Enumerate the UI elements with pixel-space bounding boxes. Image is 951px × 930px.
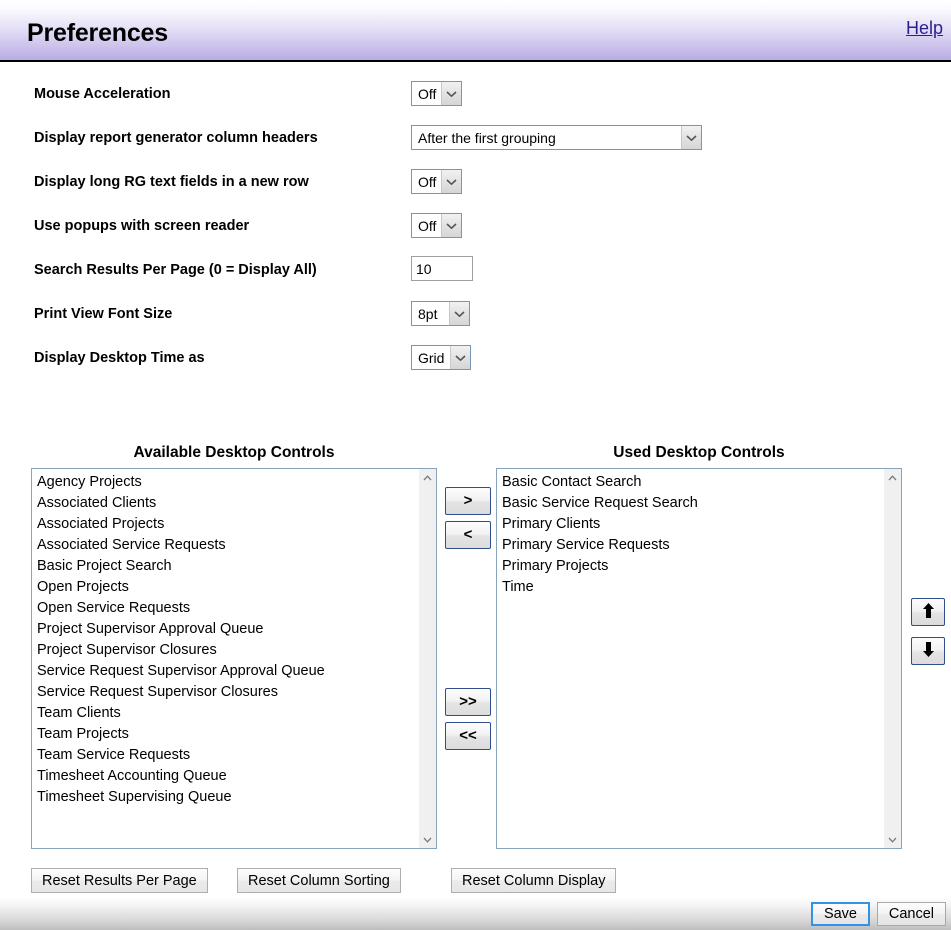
list-item[interactable]: Primary Clients — [497, 514, 883, 535]
select-report-generator-column-headers[interactable]: After the first grouping — [411, 125, 702, 150]
select-long-rg-text-fields-new-row-value: Off — [418, 173, 437, 190]
move-right-button[interactable]: > — [445, 487, 491, 515]
label-report-generator-column-headers: Display report generator column headers — [34, 130, 318, 146]
list-item[interactable]: Team Clients — [32, 703, 418, 724]
reset-results-per-page-button[interactable]: Reset Results Per Page — [31, 868, 208, 893]
list-item[interactable]: Associated Service Requests — [32, 535, 418, 556]
label-mouse-acceleration: Mouse Acceleration — [34, 86, 171, 102]
scroll-up-icon[interactable] — [419, 469, 436, 486]
select-mouse-acceleration[interactable]: Off — [411, 81, 463, 106]
used-desktop-controls-listbox[interactable]: Basic Contact Search Basic Service Reques… — [496, 468, 902, 849]
form-row-print-view-font-size: Print View Font Size 8pt — [0, 301, 951, 348]
used-list-scrollbar[interactable] — [883, 469, 901, 848]
list-item[interactable]: Open Projects — [32, 577, 418, 598]
form-row-display-desktop-time-as: Display Desktop Time as Grid — [0, 345, 951, 392]
reset-column-display-button[interactable]: Reset Column Display — [451, 868, 617, 893]
select-display-desktop-time-as-value: Grid — [418, 349, 445, 366]
search-results-per-page-input[interactable] — [411, 256, 473, 281]
used-desktop-controls-header: Used Desktop Controls — [613, 444, 785, 461]
available-desktop-controls-listbox[interactable]: Agency Projects Associated Clients Associa… — [31, 468, 437, 849]
label-popups-with-screen-reader: Use popups with screen reader — [34, 218, 250, 234]
list-item[interactable]: Team Service Requests — [32, 745, 418, 766]
chevron-down-icon — [450, 346, 470, 369]
used-list-items[interactable]: Basic Contact Search Basic Service Reques… — [497, 469, 883, 848]
page-title: Preferences — [27, 19, 168, 47]
list-item[interactable]: Project Supervisor Approval Queue — [32, 619, 418, 640]
select-popups-with-screen-reader-value: Off — [418, 217, 437, 234]
list-item[interactable]: Agency Projects — [32, 472, 418, 493]
page-header: Preferences Help — [0, 0, 951, 62]
list-item[interactable]: Timesheet Accounting Queue — [32, 766, 418, 787]
chevron-down-icon — [441, 82, 462, 105]
move-up-arrow-icon — [922, 602, 935, 622]
move-down-button[interactable] — [911, 637, 945, 665]
select-display-desktop-time-as[interactable]: Grid — [411, 345, 471, 370]
label-search-results-per-page: Search Results Per Page (0 = Display All… — [34, 262, 317, 278]
label-long-rg-text-fields-new-row: Display long RG text fields in a new row — [34, 174, 309, 190]
label-print-view-font-size: Print View Font Size — [34, 306, 173, 322]
list-item[interactable]: Team Projects — [32, 724, 418, 745]
list-item[interactable]: Time — [497, 577, 883, 598]
select-popups-with-screen-reader[interactable]: Off — [411, 213, 463, 238]
list-item[interactable]: Service Request Supervisor Approval Queu… — [32, 661, 418, 682]
list-item[interactable]: Open Service Requests — [32, 598, 418, 619]
list-item[interactable]: Primary Projects — [497, 556, 883, 577]
list-item[interactable]: Associated Clients — [32, 493, 418, 514]
list-item[interactable]: Service Request Supervisor Closures — [32, 682, 418, 703]
form-row-mouse-acceleration: Mouse Acceleration Off — [0, 81, 951, 128]
footer-bar: Save Cancel — [0, 897, 951, 930]
select-print-view-font-size-value: 8pt — [418, 305, 438, 322]
chevron-down-icon — [681, 126, 701, 149]
chevron-down-icon — [441, 170, 462, 193]
label-display-desktop-time-as: Display Desktop Time as — [34, 350, 205, 366]
select-long-rg-text-fields-new-row[interactable]: Off — [411, 169, 463, 194]
form-row-popups-with-screen-reader: Use popups with screen reader Off — [0, 213, 951, 260]
help-link[interactable]: Help — [906, 18, 943, 39]
list-item[interactable]: Primary Service Requests — [497, 535, 883, 556]
available-list-scrollbar[interactable] — [418, 469, 436, 848]
list-item[interactable]: Associated Projects — [32, 514, 418, 535]
list-item[interactable]: Timesheet Supervising Queue — [32, 787, 418, 808]
select-print-view-font-size[interactable]: 8pt — [411, 301, 470, 326]
move-up-button[interactable] — [911, 598, 945, 626]
list-item[interactable]: Project Supervisor Closures — [32, 640, 418, 661]
scroll-down-icon[interactable] — [884, 831, 901, 848]
list-item[interactable]: Basic Project Search — [32, 556, 418, 577]
available-list-items[interactable]: Agency Projects Associated Clients Associa… — [32, 469, 418, 848]
form-row-long-rg-text-fields-new-row: Display long RG text fields in a new row… — [0, 169, 951, 216]
available-desktop-controls-header: Available Desktop Controls — [133, 444, 335, 461]
list-item[interactable]: Basic Contact Search — [497, 472, 883, 493]
save-button[interactable]: Save — [810, 902, 870, 926]
scroll-down-icon[interactable] — [419, 831, 436, 848]
move-all-left-button[interactable]: << — [445, 722, 491, 750]
form-row-search-results-per-page: Search Results Per Page (0 = Display All… — [0, 256, 951, 304]
scroll-up-icon[interactable] — [884, 469, 901, 486]
reset-column-sorting-button[interactable]: Reset Column Sorting — [237, 868, 401, 893]
move-all-right-button[interactable]: >> — [445, 688, 491, 716]
form-row-report-generator-column-headers: Display report generator column headers … — [0, 125, 951, 172]
move-down-arrow-icon — [922, 641, 935, 661]
list-item[interactable]: Basic Service Request Search — [497, 493, 883, 514]
select-mouse-acceleration-value: Off — [418, 85, 437, 102]
chevron-down-icon — [449, 302, 469, 325]
cancel-button[interactable]: Cancel — [876, 902, 946, 926]
select-report-generator-column-headers-value: After the first grouping — [418, 129, 556, 146]
chevron-down-icon — [441, 214, 462, 237]
move-left-button[interactable]: < — [445, 521, 491, 549]
